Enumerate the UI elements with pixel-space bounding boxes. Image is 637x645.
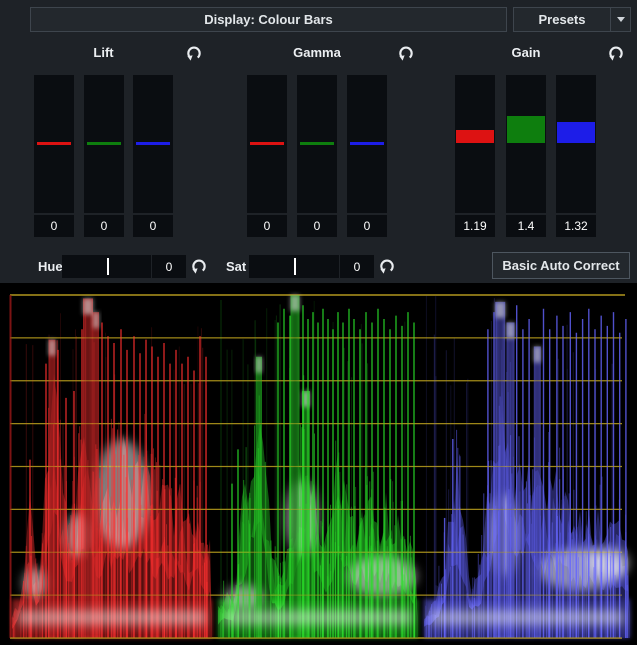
- reset-circular-arrow-icon: [377, 256, 397, 276]
- colour-correction-window: Display: Colour Bars Presets Lift Gamma …: [0, 0, 637, 645]
- gain-blue-slider[interactable]: [556, 75, 596, 213]
- gain-reset-button[interactable]: [606, 43, 626, 63]
- hue-reset-button[interactable]: [189, 256, 209, 276]
- basic-auto-correct-label: Basic Auto Correct: [502, 258, 619, 273]
- sat-slider[interactable]: [249, 255, 339, 278]
- sat-label: Sat: [226, 259, 246, 274]
- reset-circular-arrow-icon: [606, 43, 626, 63]
- gain-green-value: 1.4: [506, 215, 546, 237]
- sat-reset-button[interactable]: [377, 256, 397, 276]
- controls-panel: Display: Colour Bars Presets Lift Gamma …: [0, 0, 637, 283]
- presets-dropdown-button[interactable]: [611, 17, 630, 22]
- gamma-blue-value: 0: [347, 215, 387, 237]
- gain-red-value: 1.19: [455, 215, 495, 237]
- gamma-blue-slider-handle[interactable]: [350, 142, 384, 145]
- presets-button[interactable]: Presets: [513, 7, 631, 32]
- gamma-red-value: 0: [247, 215, 287, 237]
- lift-green-slider-handle[interactable]: [87, 142, 121, 145]
- lift-red-slider[interactable]: [34, 75, 74, 213]
- lift-blue-slider[interactable]: [133, 75, 173, 213]
- lift-blue-value: 0: [133, 215, 173, 237]
- gain-red-slider-handle[interactable]: [456, 130, 494, 143]
- sat-slider-thumb[interactable]: [294, 258, 296, 275]
- gain-green-slider-handle[interactable]: [507, 116, 545, 143]
- display-mode-label: Display: Colour Bars: [204, 12, 333, 27]
- lift-reset-button[interactable]: [184, 43, 204, 63]
- gamma-green-slider[interactable]: [297, 75, 337, 213]
- gamma-red-slider[interactable]: [247, 75, 287, 213]
- hue-label: Hue: [38, 259, 63, 274]
- lift-blue-slider-handle[interactable]: [136, 142, 170, 145]
- hue-slider[interactable]: [62, 255, 151, 278]
- lift-green-value: 0: [84, 215, 124, 237]
- sat-value: 0: [340, 255, 374, 278]
- gain-red-slider[interactable]: [455, 75, 495, 213]
- lift-green-slider[interactable]: [84, 75, 124, 213]
- lift-section-label: Lift: [34, 45, 173, 61]
- gamma-reset-button[interactable]: [396, 43, 416, 63]
- lift-red-slider-handle[interactable]: [37, 142, 71, 145]
- gain-blue-slider-handle[interactable]: [557, 122, 595, 143]
- rgb-parade-waveform-scope: [0, 283, 637, 645]
- reset-circular-arrow-icon: [184, 43, 204, 63]
- reset-circular-arrow-icon: [396, 43, 416, 63]
- basic-auto-correct-button[interactable]: Basic Auto Correct: [492, 252, 630, 279]
- reset-circular-arrow-icon: [189, 256, 209, 276]
- lift-red-value: 0: [34, 215, 74, 237]
- chevron-down-icon: [617, 17, 625, 22]
- gamma-green-value: 0: [297, 215, 337, 237]
- presets-label: Presets: [514, 12, 610, 27]
- gamma-blue-slider[interactable]: [347, 75, 387, 213]
- gain-green-slider[interactable]: [506, 75, 546, 213]
- display-mode-button[interactable]: Display: Colour Bars: [30, 7, 507, 32]
- hue-value: 0: [152, 255, 186, 278]
- gain-section-label: Gain: [455, 45, 597, 61]
- gain-blue-value: 1.32: [556, 215, 596, 237]
- gamma-section-label: Gamma: [247, 45, 387, 61]
- gamma-green-slider-handle[interactable]: [300, 142, 334, 145]
- gamma-red-slider-handle[interactable]: [250, 142, 284, 145]
- hue-slider-thumb[interactable]: [107, 258, 109, 275]
